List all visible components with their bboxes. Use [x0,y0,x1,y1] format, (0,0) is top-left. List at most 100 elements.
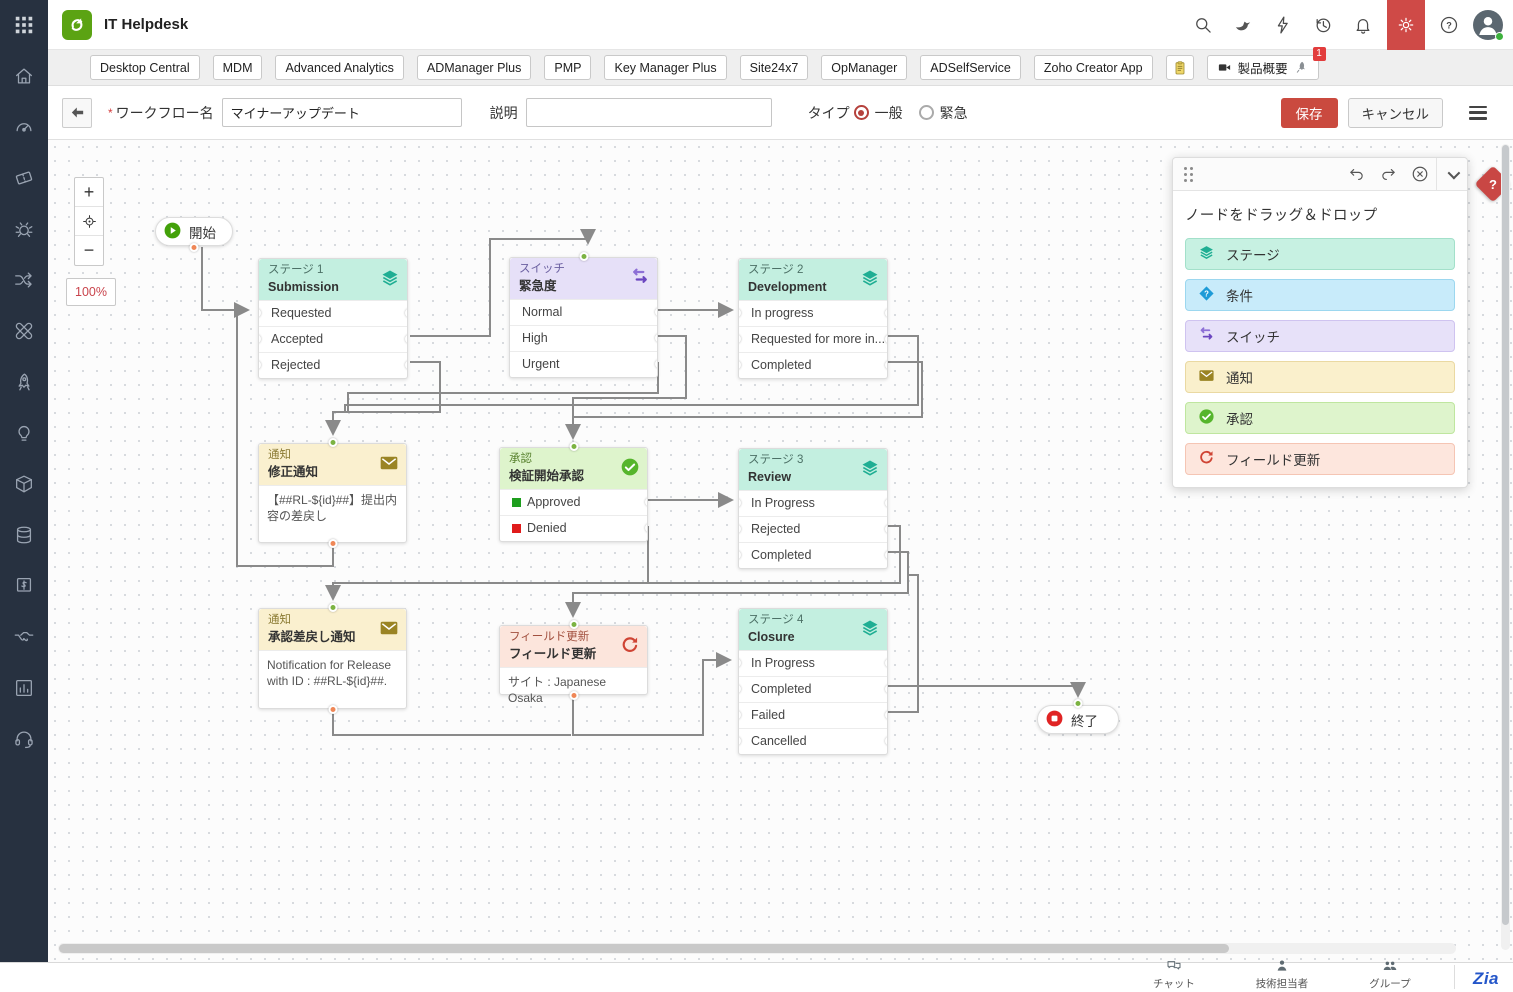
bottom-bar-item-group[interactable]: グループ [1336,958,1444,991]
out-port-dot[interactable] [655,360,657,369]
in-port-dot[interactable] [579,252,588,261]
out-port-dot[interactable] [645,498,647,507]
in-port-dot[interactable] [739,525,741,534]
cancel-button[interactable]: キャンセル [1348,98,1444,128]
workflow-node-stage4[interactable]: ステージ 4ClosureIn ProgressCompletedFailedC… [738,608,888,755]
fit-view-button[interactable] [75,207,103,236]
tab-mdm[interactable]: MDM [213,55,263,80]
out-port-dot[interactable] [655,308,657,317]
in-port-dot[interactable] [259,335,261,344]
history-icon[interactable] [1307,9,1339,41]
help-icon[interactable]: ? [1433,9,1465,41]
product-overview-button[interactable]: 製品概要1 [1207,55,1319,80]
tab-key-manager-plus[interactable]: Key Manager Plus [604,55,726,80]
palette-item-stage[interactable]: ステージ [1185,238,1455,270]
tab-admanager-plus[interactable]: ADManager Plus [417,55,532,80]
out-port-dot[interactable] [328,705,337,714]
in-port-dot[interactable] [259,361,261,370]
node-row[interactable]: In Progress [739,490,887,516]
workflow-node-start[interactable]: 開始 [155,217,233,246]
redo-icon[interactable] [1372,158,1404,190]
workflow-node-stage1[interactable]: ステージ 1SubmissionRequestedAcceptedRejecte… [258,258,408,379]
in-port-dot[interactable] [739,711,741,720]
out-port-dot[interactable] [885,361,887,370]
palette-item-cond[interactable]: ?条件 [1185,279,1455,311]
in-port-dot[interactable] [739,361,741,370]
out-port-dot[interactable] [885,309,887,318]
in-port-dot[interactable] [328,603,337,612]
node-row[interactable]: Rejected [259,352,407,378]
node-row[interactable]: Completed [739,676,887,702]
in-port-dot[interactable] [739,685,741,694]
in-port-dot[interactable] [569,620,578,629]
out-port-dot[interactable] [885,659,887,668]
flash-icon[interactable] [1267,9,1299,41]
out-port-dot[interactable] [405,361,407,370]
search-icon[interactable] [1187,9,1219,41]
out-port-dot[interactable] [885,711,887,720]
node-row[interactable]: Completed [739,352,887,378]
in-port-dot[interactable] [569,442,578,451]
in-port-dot[interactable] [328,438,337,447]
node-row[interactable]: Denied [500,515,647,541]
palette-item-field[interactable]: フィールド更新 [1185,443,1455,475]
type-radio-general[interactable]: 一般 [854,103,903,123]
sidebar-item-assets-cube-icon[interactable] [12,472,36,496]
sidebar-item-solutions-bulb-icon[interactable] [12,421,36,445]
sidebar-item-releases-patch-icon[interactable] [12,319,36,343]
bottom-bar-item-chat[interactable]: チャット [1120,958,1228,991]
in-port-dot[interactable] [739,499,741,508]
out-port-dot[interactable] [190,243,199,252]
node-row[interactable]: Approved [500,489,647,515]
node-row[interactable]: Requested for more in... [739,326,887,352]
close-icon[interactable] [1404,158,1436,190]
palette-item-switch[interactable]: スイッチ [1185,320,1455,352]
out-port-dot[interactable] [885,551,887,560]
sidebar-item-projects-rocket-icon[interactable] [12,370,36,394]
tab-adselfservice[interactable]: ADSelfService [920,55,1021,80]
workflow-canvas[interactable]: + − 100% 開始ステージ 1SubmissionRequestedAcce… [48,140,1513,962]
sidebar-item-changes-shuffle-icon[interactable] [12,268,36,292]
workflow-node-switch1[interactable]: スイッチ緊急度NormalHighUrgent [509,257,658,378]
tab-advanced-analytics[interactable]: Advanced Analytics [275,55,403,80]
workflow-node-approval1[interactable]: 承認検証開始承認ApprovedDenied [499,447,648,542]
out-port-dot[interactable] [885,499,887,508]
workflow-node-stage2[interactable]: ステージ 2DevelopmentIn progressRequested fo… [738,258,888,379]
vertical-scroll-thumb[interactable] [1502,145,1509,925]
node-row[interactable]: Accepted [259,326,407,352]
out-port-dot[interactable] [569,691,578,700]
bottom-bar-item-person[interactable]: 技術担当者 [1228,958,1336,991]
out-port-dot[interactable] [885,737,887,746]
in-port-dot[interactable] [739,737,741,746]
community-bird-icon[interactable] [1227,9,1259,41]
workflow-node-end[interactable]: 終了 [1037,705,1119,734]
vertical-scrollbar[interactable] [1501,144,1510,950]
tab-pmp[interactable]: PMP [544,55,591,80]
workflow-node-field1[interactable]: フィールド更新フィールド更新サイト : Japanese Osaka [499,625,648,695]
node-row[interactable]: In progress [739,300,887,326]
sidebar-item-purchase-icon[interactable] [12,574,36,598]
node-row[interactable]: High [510,325,657,351]
node-row[interactable]: Rejected [739,516,887,542]
node-row[interactable]: In Progress [739,650,887,676]
in-port-dot[interactable] [259,309,261,318]
workflow-node-stage3[interactable]: ステージ 3ReviewIn ProgressRejectedCompleted [738,448,888,569]
save-button[interactable]: 保存 [1281,98,1338,128]
tab-opmanager[interactable]: OpManager [821,55,907,80]
sidebar-item-cmdb-database-icon[interactable] [12,523,36,547]
menu-icon[interactable] [1467,104,1489,122]
back-button[interactable] [62,98,92,128]
description-input[interactable] [526,98,772,127]
avatar[interactable] [1473,10,1503,40]
sidebar-item-home-icon[interactable] [12,64,36,88]
node-row[interactable]: Urgent [510,351,657,377]
in-port-dot[interactable] [739,335,741,344]
settings-gear-icon[interactable] [1387,0,1425,50]
horizontal-scrollbar[interactable] [58,943,1456,954]
node-row[interactable]: Requested [259,300,407,326]
out-port-dot[interactable] [885,335,887,344]
zia-logo[interactable]: Zia [1473,969,1499,991]
sidebar-item-support-headset-icon[interactable] [12,727,36,751]
node-row[interactable]: Normal [510,299,657,325]
drag-handle-icon[interactable] [1173,167,1203,182]
